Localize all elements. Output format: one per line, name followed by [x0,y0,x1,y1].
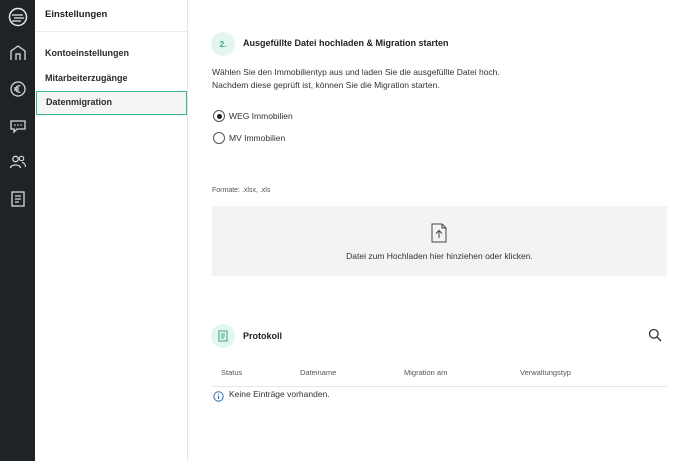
sidebar-title: Einstellungen [45,9,108,20]
radio-label-weg[interactable]: WEG Immobilien [229,111,293,121]
icon-rail [0,0,35,461]
logo-icon[interactable] [8,7,28,27]
radio-weg-immobilien[interactable] [213,110,225,122]
step-description-line2: Nachdem diese geprüft ist, können Sie di… [212,80,440,90]
sidebar-item-kontoeinstellungen[interactable]: Kontoeinstellungen [35,41,188,65]
sidebar-divider [35,31,188,32]
search-icon[interactable] [648,328,662,342]
chat-icon[interactable] [8,116,28,136]
radio-mv-immobilien[interactable] [213,132,225,144]
step-title: Ausgefüllte Datei hochladen & Migration … [243,38,449,48]
euro-icon[interactable] [8,79,28,99]
info-icon [213,389,224,402]
protokoll-title: Protokoll [243,331,283,341]
column-header-verwaltungstyp[interactable]: Verwaltungstyp [520,368,571,377]
main-content: 2. Ausgefüllte Datei hochladen & Migrati… [188,0,688,461]
dropzone-text: Datei zum Hochladen hier hinziehen oder … [346,251,533,261]
file-formats-hint: Formate: .xlsx, .xls [212,187,271,194]
column-header-status[interactable]: Status [221,368,242,377]
settings-sidebar: Einstellungen Kontoeinstellungen Mitarbe… [35,0,188,461]
column-header-dateiname[interactable]: Dateiname [300,368,336,377]
empty-table-message: Keine Einträge vorhanden. [229,389,330,399]
file-dropzone[interactable]: Datei zum Hochladen hier hinziehen oder … [212,206,667,276]
column-header-migration-am[interactable]: Migration am [404,368,447,377]
users-icon[interactable] [8,152,28,172]
sidebar-item-mitarbeiterzugaenge[interactable]: Mitarbeiterzugänge [35,66,188,90]
upload-file-icon [430,223,448,243]
radio-label-mv[interactable]: MV Immobilien [229,133,285,143]
sidebar-item-datenmigration[interactable]: Datenmigration [36,91,187,115]
protokoll-document-icon [218,330,228,342]
protokoll-badge [211,324,235,348]
step-description-line1: Wählen Sie den Immobilientyp aus und lad… [212,67,500,77]
step-number-badge: 2. [211,32,235,56]
document-list-icon[interactable] [8,189,28,209]
table-header-divider [212,386,667,387]
home-icon[interactable] [8,43,28,63]
